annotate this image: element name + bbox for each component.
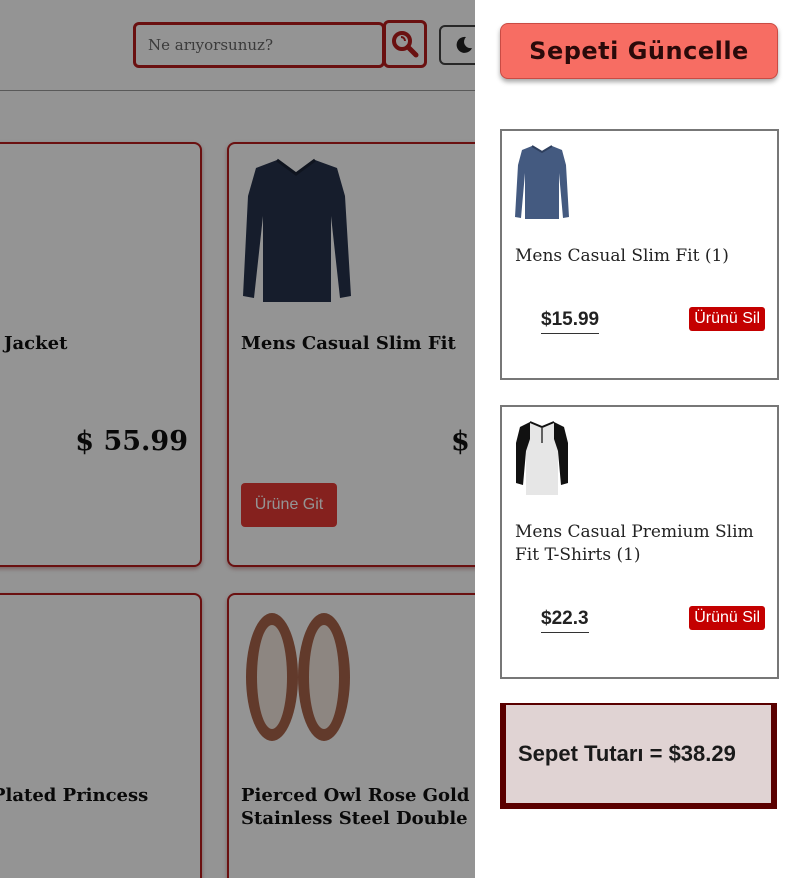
update-cart-button[interactable]: Sepeti Güncelle	[500, 23, 778, 79]
cart-item-name: Mens Casual Premium Slim Fit T-Shirts (1…	[515, 522, 754, 565]
cart-item: Mens Casual Premium Slim Fit T-Shirts (1…	[500, 405, 779, 679]
cart-total: Sepet Tutarı = $38.29	[500, 703, 777, 809]
modal-backdrop[interactable]	[0, 0, 475, 878]
remove-item-button[interactable]: Ürünü Sil	[689, 606, 765, 630]
cart-item: Mens Casual Slim Fit (1) $15.99 Ürünü Si…	[500, 129, 779, 380]
cart-item-name: Mens Casual Slim Fit (1)	[515, 246, 729, 266]
remove-item-button[interactable]: Ürünü Sil	[689, 307, 765, 331]
cart-item-price: $22.3	[541, 608, 589, 633]
cart-panel: Sepeti Güncelle Mens Casual Slim Fit (1)…	[475, 0, 798, 878]
product-thumbnail	[515, 145, 569, 219]
cart-item-price: $15.99	[541, 309, 600, 334]
product-thumbnail	[516, 421, 568, 495]
